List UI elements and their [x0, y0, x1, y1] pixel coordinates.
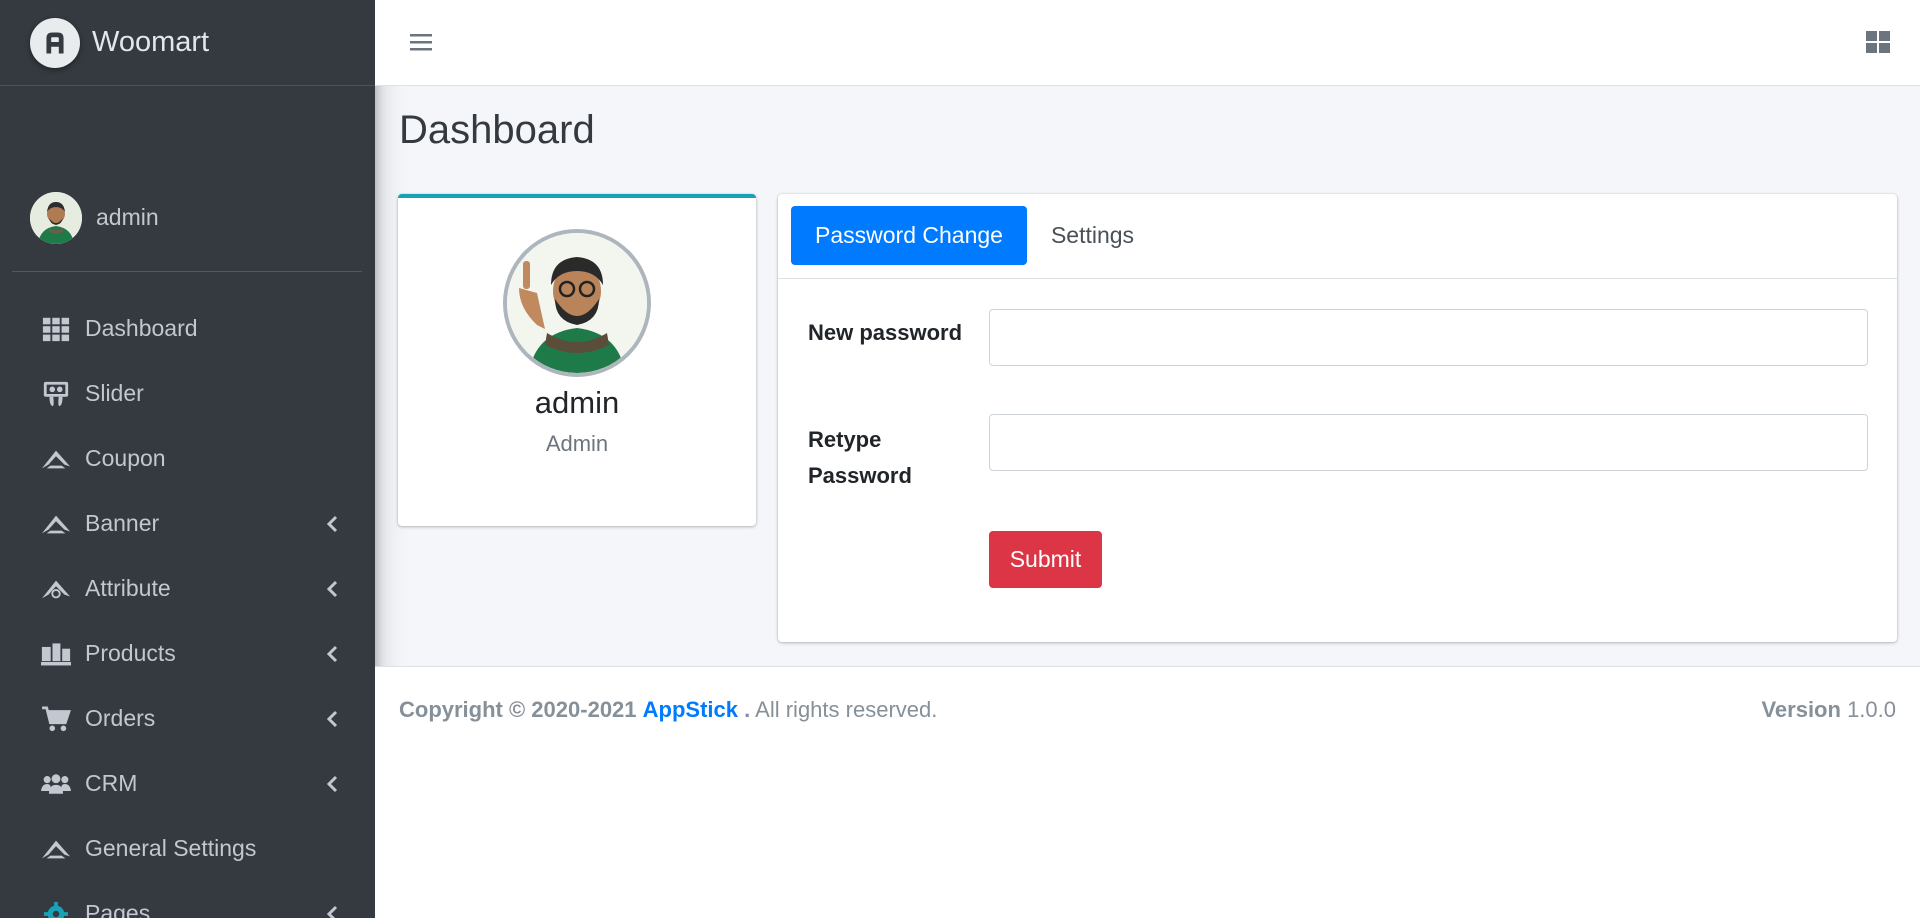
copyright-dot: .: [744, 697, 751, 722]
chevron-left-icon: [326, 775, 338, 792]
footer-version: Version 1.0.0: [1761, 697, 1896, 723]
pied-piper-alt-icon: [41, 574, 71, 604]
submit-button[interactable]: Submit: [989, 531, 1102, 588]
sidebar-item-label: Pages: [85, 900, 151, 918]
user-panel[interactable]: admin: [12, 192, 362, 272]
retype-password-label-line1: Retype: [808, 427, 882, 452]
hamburger-menu-icon[interactable]: [409, 30, 433, 54]
sidebar-item-banner[interactable]: Banner: [0, 491, 375, 556]
pied-piper-icon: [41, 444, 71, 474]
sidebar-item-attribute[interactable]: Attribute: [0, 556, 375, 621]
sidebar-item-label: CRM: [85, 770, 138, 796]
version-label: Version: [1761, 697, 1841, 722]
retype-password-label-line2: Password: [808, 463, 912, 488]
settings-card: Password Change Settings New password Re…: [778, 194, 1897, 642]
chevron-left-icon: [326, 515, 338, 532]
sidebar-item-slider[interactable]: Slider: [0, 361, 375, 426]
retype-password-field[interactable]: [989, 414, 1868, 471]
footer-copyright: Copyright © 2020-2021 AppStick . All rig…: [399, 697, 937, 723]
sidebar-item-label: Products: [85, 640, 176, 666]
pied-piper-icon: [41, 834, 71, 864]
page-title: Dashboard: [399, 108, 595, 152]
brand-link[interactable]: Woomart: [0, 0, 375, 86]
sidebar-item-label: Dashboard: [85, 315, 198, 341]
tab-settings[interactable]: Settings: [1027, 206, 1158, 265]
grid-icon: [41, 314, 71, 344]
version-value: 1.0.0: [1847, 697, 1896, 722]
sidebar-item-crm[interactable]: CRM: [0, 751, 375, 816]
new-password-field[interactable]: [989, 309, 1868, 366]
chevron-left-icon: [326, 645, 338, 662]
tab-password-change[interactable]: Password Change: [791, 206, 1027, 265]
profile-role: Admin: [545, 431, 609, 456]
pallet-icon: [41, 639, 71, 669]
apps-grid-icon[interactable]: [1866, 31, 1890, 53]
cart-icon: [41, 704, 71, 734]
sidebar-item-products[interactable]: Products: [0, 621, 375, 686]
sidebar-item-general-settings[interactable]: General Settings: [0, 816, 375, 881]
sidebar-item-label: General Settings: [85, 835, 257, 861]
profile-avatar: [503, 229, 651, 377]
footer: Copyright © 2020-2021 AppStick . All rig…: [375, 666, 1920, 918]
sidebar-item-pages[interactable]: Pages: [0, 881, 375, 918]
users-icon: [41, 769, 71, 799]
new-password-label: New password: [808, 320, 963, 345]
chevron-left-icon: [326, 710, 338, 727]
rights-text: All rights reserved.: [755, 697, 938, 722]
profile-name: admin: [534, 385, 620, 420]
copyright-text: Copyright © 2020-2021: [399, 697, 637, 722]
slideshare-icon: [41, 379, 71, 409]
sidebar-item-label: Banner: [85, 510, 160, 536]
sidebar-item-label: Attribute: [85, 575, 171, 601]
main-sidebar: Woomart admin Dashboard Slider Coupon Ba…: [0, 0, 375, 918]
avatar: [30, 192, 82, 244]
sidebar-item-dashboard[interactable]: Dashboard: [0, 296, 375, 361]
tab-bar: Password Change Settings: [778, 194, 1897, 279]
gear-icon: [41, 899, 71, 918]
sidebar-item-label: Orders: [85, 705, 156, 731]
sidebar-item-orders[interactable]: Orders: [0, 686, 375, 751]
sidebar-item-coupon[interactable]: Coupon: [0, 426, 375, 491]
chevron-left-icon: [326, 580, 338, 597]
profile-card: admin Admin: [398, 194, 756, 526]
brand-name: Woomart: [92, 26, 210, 58]
chevron-left-icon: [326, 905, 338, 918]
user-name: admin: [96, 204, 159, 230]
sidebar-item-label: Coupon: [85, 445, 166, 471]
sidebar-nav: Dashboard Slider Coupon Banner Attribute…: [0, 296, 375, 918]
pied-piper-icon: [41, 509, 71, 539]
brand-logo-icon: [30, 17, 80, 68]
company-link[interactable]: AppStick: [643, 697, 738, 722]
top-navbar: [375, 0, 1920, 86]
sidebar-item-label: Slider: [85, 380, 144, 406]
